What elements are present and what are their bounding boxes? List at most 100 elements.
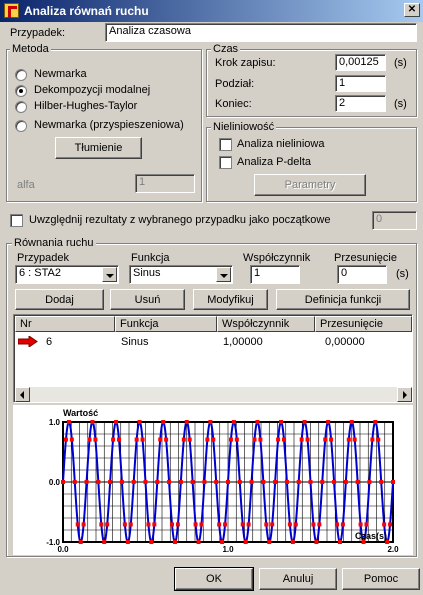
eq-func-select[interactable]: Sinus [129, 265, 233, 284]
define-function-button[interactable]: Definicja funkcji [276, 289, 410, 310]
modify-button[interactable]: Modyfikuj [193, 289, 268, 310]
end-label: Koniec: [215, 98, 252, 110]
case-label: Przypadek: [10, 27, 66, 39]
data-point-marker [267, 540, 272, 544]
radio-hht[interactable] [15, 101, 27, 113]
data-point-marker [264, 522, 269, 527]
division-label: Podział: [215, 78, 255, 90]
cell-nr: 6 [46, 336, 53, 348]
data-point-marker [234, 437, 239, 442]
data-point-marker [158, 437, 163, 442]
method-option-modal[interactable]: Dekompozycji modalnej [15, 84, 195, 98]
x-axis-label: Czas(s) [355, 531, 387, 541]
chevron-down-icon[interactable] [102, 267, 117, 282]
title-bar: Analiza równań ruchu ✕ [0, 0, 423, 22]
cancel-button[interactable]: Anuluj [259, 568, 337, 590]
delete-button[interactable]: Usuń [110, 289, 185, 310]
equations-legend: Równania ruchu [12, 237, 96, 249]
data-point-marker [205, 437, 210, 442]
data-point-marker [81, 522, 86, 527]
method-option-newmark[interactable]: Newmarka [15, 68, 195, 82]
damping-button[interactable]: Tłumienie [55, 137, 142, 159]
step-unit: (s) [394, 57, 407, 69]
add-button[interactable]: Dodaj [15, 289, 104, 310]
data-point-marker [252, 437, 257, 442]
method-option-hht[interactable]: Hilber-Hughes-Taylor [15, 100, 195, 114]
data-point-marker [99, 522, 104, 527]
data-point-marker [320, 480, 325, 484]
data-point-marker [75, 522, 80, 527]
radio-modal[interactable] [15, 85, 27, 97]
data-point-marker [220, 540, 225, 544]
close-button[interactable]: ✕ [404, 3, 420, 17]
ok-button[interactable]: OK [174, 567, 254, 591]
data-point-marker [175, 522, 180, 527]
col-header-function[interactable]: Funkcja [115, 316, 217, 332]
table-row[interactable]: 6 Sinus 1,00000 0,00000 [15, 333, 412, 350]
pdelta-option[interactable]: Analiza P-delta [219, 156, 399, 170]
case-name-input[interactable]: Analiza czasowa [105, 23, 417, 42]
help-button[interactable]: Pomoc [342, 568, 420, 590]
data-point-marker [196, 540, 201, 544]
data-point-marker [217, 522, 222, 527]
col-header-coefficient[interactable]: Współczynnik [217, 316, 315, 332]
nonlinear-analysis-checkbox[interactable] [219, 138, 232, 151]
horizontal-scrollbar[interactable] [15, 387, 412, 402]
division-input[interactable]: 1 [335, 75, 386, 92]
data-point-marker [376, 437, 381, 442]
include-results-input[interactable]: 0 [372, 211, 417, 230]
col-header-shift[interactable]: Przesunięcie [315, 316, 412, 332]
cell-function: Sinus [121, 336, 149, 348]
chevron-down-icon[interactable] [216, 267, 231, 282]
data-point-marker [276, 437, 281, 442]
time-legend: Czas [211, 43, 241, 55]
data-point-marker [152, 522, 157, 527]
eq-case-label: Przypadek [17, 252, 69, 264]
alfa-label: alfa [17, 179, 35, 191]
data-point-marker [323, 437, 328, 442]
data-point-marker [125, 540, 130, 544]
data-point-marker [116, 437, 121, 442]
data-point-marker [352, 437, 357, 442]
nonlinear-analysis-option[interactable]: Analiza nieliniowa [219, 138, 399, 152]
data-point-marker [255, 420, 260, 424]
eq-shift-unit: (s) [396, 268, 409, 280]
method-option-label: Hilber-Hughes-Taylor [34, 100, 138, 112]
data-point-marker [231, 420, 236, 424]
col-header-nr[interactable]: Nr [15, 316, 115, 332]
radio-newmark-accel[interactable] [15, 120, 27, 132]
method-option-newmark-accel[interactable]: Newmarka (przyspieszeniowa) [15, 119, 195, 133]
include-results-checkbox[interactable] [10, 214, 23, 227]
data-point-marker [332, 480, 337, 484]
equations-table: Nr Funkcja Współczynnik Przesunięcie 6 S… [13, 314, 413, 403]
data-point-marker [143, 480, 148, 484]
pdelta-label: Analiza P-delta [237, 156, 311, 168]
end-input[interactable]: 2 [335, 95, 386, 112]
end-unit: (s) [394, 98, 407, 110]
data-point-marker [84, 480, 89, 484]
alfa-input[interactable]: 1 [135, 174, 195, 193]
arrow-right-icon [18, 336, 38, 347]
radio-newmark[interactable] [15, 69, 27, 81]
data-point-marker [223, 522, 228, 527]
x-tick-label: 2.0 [387, 545, 399, 554]
eq-case-value: 6 : STA2 [19, 267, 61, 279]
eq-shift-input[interactable]: 0 [337, 265, 387, 284]
y-tick-label: 1.0 [49, 418, 61, 427]
data-point-marker [243, 540, 248, 544]
data-point-marker [317, 522, 322, 527]
step-input[interactable]: 0,00125 [335, 54, 386, 71]
pdelta-checkbox[interactable] [219, 156, 232, 169]
data-point-marker [391, 480, 395, 484]
eq-coef-input[interactable]: 1 [250, 265, 300, 284]
data-point-marker [226, 480, 230, 484]
parameters-button[interactable]: Parametry [254, 174, 366, 196]
data-point-marker [293, 522, 298, 527]
scroll-right-icon[interactable] [397, 387, 412, 402]
data-point-marker [66, 420, 71, 424]
data-point-marker [90, 420, 95, 424]
eq-case-select[interactable]: 6 : STA2 [15, 265, 119, 284]
app-icon [4, 3, 19, 18]
data-point-marker [382, 522, 387, 527]
scroll-left-icon[interactable] [15, 387, 30, 402]
